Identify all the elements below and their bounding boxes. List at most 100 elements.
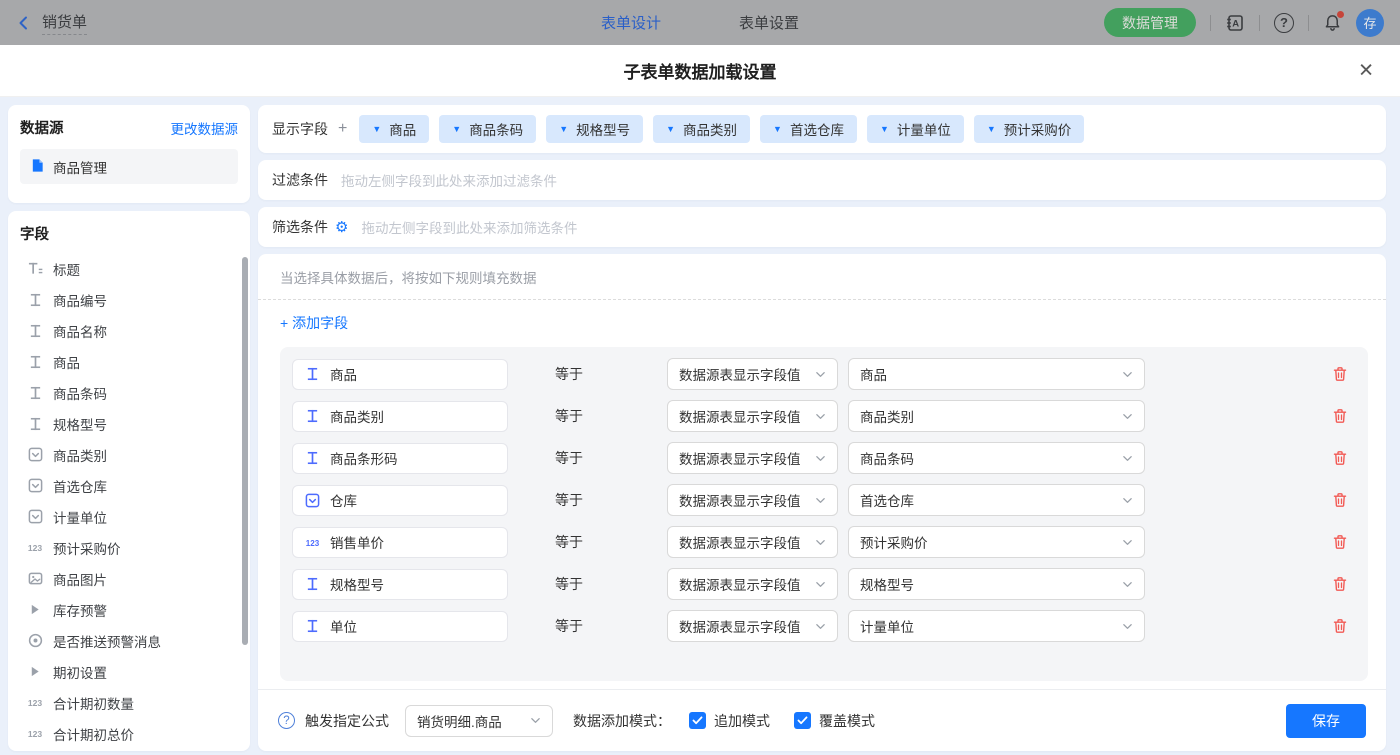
field-item[interactable]: 是否推送预警消息 (20, 625, 246, 656)
rule-value-select[interactable]: 预计采购价 (848, 526, 1145, 558)
caret-down-icon[interactable]: ▼ (987, 124, 996, 134)
tab-form-design[interactable]: 表单设计 (601, 12, 661, 33)
field-item[interactable]: 商品条码 (20, 377, 246, 408)
field-item[interactable]: 商品类别 (20, 439, 246, 470)
delete-rule-icon[interactable] (1332, 534, 1348, 550)
gear-icon[interactable]: ⚙ (335, 218, 348, 236)
rule-source-select[interactable]: 数据源表显示字段值 (667, 358, 838, 390)
display-field-chip[interactable]: ▼计量单位 (867, 115, 964, 143)
field-item-label: 合计期初总价 (53, 724, 134, 744)
field-item[interactable]: 首选仓库 (20, 470, 246, 501)
field-item[interactable]: 商品 (20, 346, 246, 377)
caret-down-icon[interactable]: ▼ (452, 124, 461, 134)
mode-option[interactable]: 追加模式 (689, 711, 770, 731)
chevron-down-icon (1122, 453, 1133, 464)
field-item[interactable]: 计量单位 (20, 501, 246, 532)
number-field-icon: 123 (26, 541, 44, 554)
checkbox-checked-icon[interactable] (689, 712, 706, 729)
rule-target-field[interactable]: 123销售单价 (292, 527, 508, 558)
chevron-down-icon (815, 369, 826, 380)
rule-value-select[interactable]: 商品 (848, 358, 1145, 390)
select-field-icon (26, 509, 44, 524)
form-name[interactable]: 销货单 (42, 11, 87, 35)
fields-list: 标题商品编号商品名称商品商品条码规格型号商品类别首选仓库计量单位123预计采购价… (20, 253, 246, 749)
delete-rule-icon[interactable] (1332, 492, 1348, 508)
field-item[interactable]: 规格型号 (20, 408, 246, 439)
display-field-chips: ▼ 商品 ▼商品条码 ▼规格型号 ▼商品类别 ▼首选仓库 ▼计量单位 ▼预计采购价 (359, 115, 1084, 143)
rule-value-select[interactable]: 商品类别 (848, 400, 1145, 432)
help-icon[interactable]: ? (1274, 13, 1294, 33)
rule-source-select[interactable]: 数据源表显示字段值 (667, 442, 838, 474)
delete-rule-icon[interactable] (1332, 576, 1348, 592)
display-field-chip[interactable]: ▼预计采购价 (974, 115, 1084, 143)
checkbox-checked-icon[interactable] (794, 712, 811, 729)
fields-panel: 字段 标题商品编号商品名称商品商品条码规格型号商品类别首选仓库计量单位123预计… (8, 211, 250, 751)
title-field-icon (26, 261, 44, 276)
add-display-field-icon[interactable]: + (338, 120, 347, 138)
field-item[interactable]: 商品图片 (20, 563, 246, 594)
rule-source-select[interactable]: 数据源表显示字段值 (667, 526, 838, 558)
field-item[interactable]: 123预计采购价 (20, 532, 246, 563)
delete-rule-icon[interactable] (1332, 408, 1348, 424)
help-circle-icon[interactable]: ? (278, 712, 295, 729)
caret-down-icon[interactable]: ▼ (666, 124, 675, 134)
caret-down-icon[interactable]: ▼ (559, 124, 568, 134)
field-item[interactable]: 期初设置 (20, 656, 246, 687)
field-item[interactable]: 123合计期初数量 (20, 687, 246, 718)
add-field-link[interactable]: + 添加字段 (280, 315, 348, 331)
field-item[interactable]: 库存预警 (20, 594, 246, 625)
rule-target-field[interactable]: 单位 (292, 611, 508, 642)
rule-value-select[interactable]: 规格型号 (848, 568, 1145, 600)
datasource-item[interactable]: 商品管理 (20, 149, 238, 184)
delete-rule-icon[interactable] (1332, 450, 1348, 466)
rule-target-field[interactable]: 规格型号 (292, 569, 508, 600)
field-item[interactable]: 商品编号 (20, 284, 246, 315)
topbar-tabs: 表单设计 表单设置 (601, 12, 799, 33)
screen-condition-placeholder[interactable]: 拖动左侧字段到此处来添加筛选条件 (361, 217, 577, 237)
rule-value-select[interactable]: 计量单位 (848, 610, 1145, 642)
rule-target-field[interactable]: 仓库 (292, 485, 508, 516)
field-item[interactable]: 商品名称 (20, 315, 246, 346)
back-icon[interactable] (16, 15, 32, 31)
data-manage-button[interactable]: 数据管理 (1104, 8, 1196, 37)
rule-source-select[interactable]: 数据源表显示字段值 (667, 568, 838, 600)
caret-down-icon[interactable]: ▼ (773, 124, 782, 134)
field-item[interactable]: 123合计期初总价 (20, 718, 246, 749)
display-field-chip[interactable]: ▼首选仓库 (760, 115, 857, 143)
change-datasource-link[interactable]: 更改数据源 (171, 118, 239, 138)
rule-source-select[interactable]: 数据源表显示字段值 (667, 484, 838, 516)
rule-value: 首选仓库 (860, 490, 914, 510)
rule-value-select[interactable]: 商品条码 (848, 442, 1145, 474)
caret-down-icon[interactable]: ▼ (880, 124, 889, 134)
chevron-down-icon (815, 537, 826, 548)
delete-rule-icon[interactable] (1332, 618, 1348, 634)
display-field-chip[interactable]: ▼ 商品 (359, 115, 429, 143)
display-field-chip[interactable]: ▼商品类别 (653, 115, 750, 143)
close-icon[interactable]: ✕ (1358, 61, 1374, 80)
display-field-chip[interactable]: ▼规格型号 (546, 115, 643, 143)
delete-rule-icon[interactable] (1332, 366, 1348, 382)
display-field-chip[interactable]: ▼商品条码 (439, 115, 536, 143)
rule-row: 商品等于数据源表显示字段值商品 (280, 353, 1368, 395)
number-field-icon: 123 (26, 696, 44, 709)
field-item[interactable]: 标题 (20, 253, 246, 284)
rule-source-select[interactable]: 数据源表显示字段值 (667, 610, 838, 642)
rule-value-select[interactable]: 首选仓库 (848, 484, 1145, 516)
rule-target-field[interactable]: 商品条形码 (292, 443, 508, 474)
rules-table: 商品等于数据源表显示字段值商品商品类别等于数据源表显示字段值商品类别商品条形码等… (280, 347, 1368, 681)
filter-condition-placeholder[interactable]: 拖动左侧字段到此处来添加过滤条件 (341, 170, 557, 190)
journal-icon[interactable]: A (1225, 13, 1245, 33)
chip-label: 商品 (389, 119, 416, 139)
tab-form-settings[interactable]: 表单设置 (739, 12, 799, 33)
avatar[interactable]: 存 (1356, 9, 1384, 37)
scrollbar[interactable] (242, 257, 248, 645)
datasource-item-label: 商品管理 (53, 157, 107, 177)
rule-target-field[interactable]: 商品类别 (292, 401, 508, 432)
notification-bell-icon[interactable] (1323, 13, 1342, 32)
mode-option[interactable]: 覆盖模式 (794, 711, 875, 731)
rule-source-select[interactable]: 数据源表显示字段值 (667, 400, 838, 432)
save-button[interactable]: 保存 (1286, 704, 1366, 738)
rule-target-field[interactable]: 商品 (292, 359, 508, 390)
trigger-formula-select[interactable]: 销货明细.商品 (405, 705, 553, 737)
caret-down-icon[interactable]: ▼ (372, 124, 381, 134)
